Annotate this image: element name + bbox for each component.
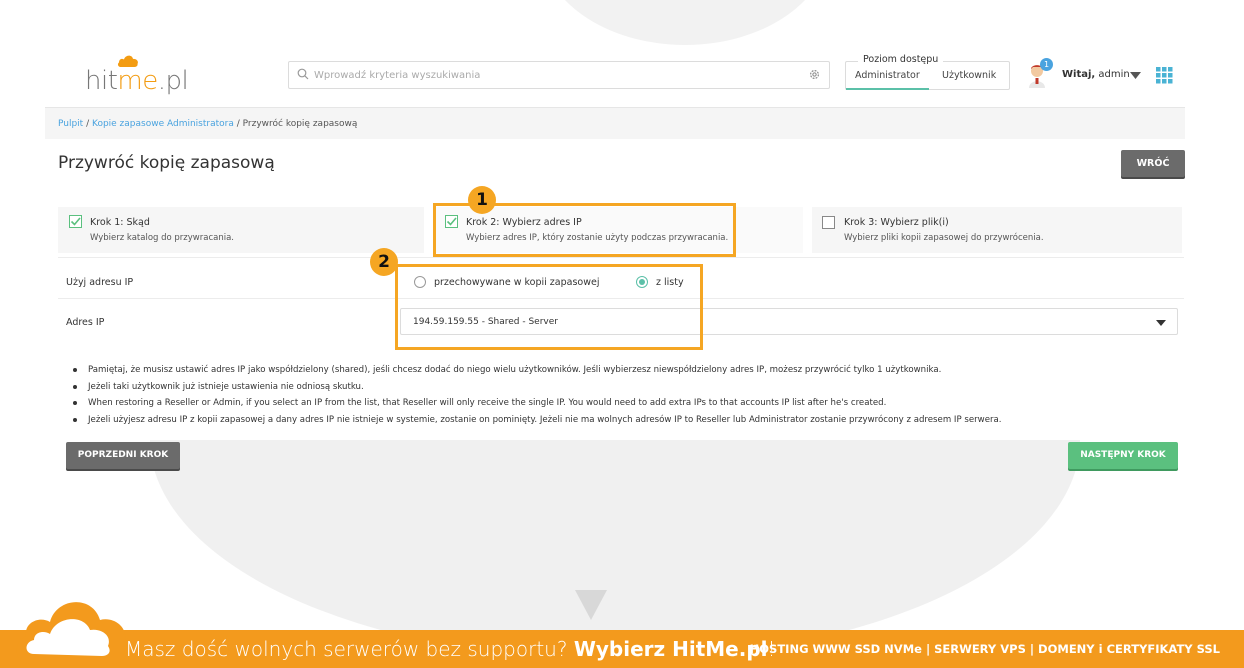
- promo-banner-services: HOSTING WWW SSD NVMe | SERWERY VPS | DOM…: [749, 642, 1220, 656]
- note-item: When restoring a Reseller or Admin, if y…: [73, 395, 1002, 412]
- search-input[interactable]: [314, 65, 794, 85]
- background-triangle: [575, 590, 607, 620]
- background-arc-top: [540, 0, 830, 45]
- logo-text: hitme.pl: [85, 66, 189, 96]
- dropdown-arrow-icon: [1156, 320, 1166, 326]
- gear-icon[interactable]: [808, 68, 821, 81]
- breadcrumb-bar: Pulpit / Kopie zapasowe Administratora /…: [45, 107, 1185, 139]
- divider: [58, 257, 1184, 258]
- promo-banner-text: Masz dość wolnych serwerów bez supportu?…: [125, 637, 776, 661]
- annotation-box-2: [395, 264, 703, 350]
- notification-badge[interactable]: 1: [1040, 58, 1053, 71]
- access-level-switch: Poziom dostępu Administrator Użytkownik: [845, 54, 1010, 90]
- step-3[interactable]: Krok 3: Wybierz plik(i) Wybierz pliki ko…: [812, 207, 1182, 253]
- note-item: Jeżeli użyjesz adresu IP z kopii zapasow…: [73, 412, 1002, 429]
- search-bar[interactable]: [288, 61, 830, 89]
- access-option-admin[interactable]: Administrator: [855, 70, 920, 81]
- search-icon: [297, 68, 309, 80]
- access-level-title: Poziom dostępu: [858, 54, 944, 65]
- step-3-description: Wybierz pliki kopii zapasowej do przywró…: [844, 233, 1044, 243]
- step-1[interactable]: Krok 1: Skąd Wybierz katalog do przywrac…: [58, 207, 424, 253]
- note-item: Pamiętaj, że musisz ustawić adres IP jak…: [73, 362, 1002, 379]
- background-arc-bottom: [150, 440, 1080, 660]
- back-button[interactable]: WRÓĆ: [1121, 150, 1185, 177]
- next-step-button[interactable]: NASTĘPNY KROK: [1068, 442, 1178, 469]
- annotation-number-1: 1: [468, 186, 496, 214]
- page-title: Przywróć kopię zapasową: [58, 153, 275, 173]
- ip-address-label: Adres IP: [66, 317, 105, 328]
- check-icon: [69, 215, 82, 228]
- caret-down-icon[interactable]: [1130, 72, 1141, 79]
- breadcrumb-link-dashboard[interactable]: Pulpit: [58, 119, 83, 129]
- access-option-user[interactable]: Użytkownik: [942, 70, 996, 81]
- step-1-title: Krok 1: Skąd: [90, 217, 150, 228]
- access-active-indicator: [846, 88, 929, 90]
- use-ip-label: Użyj adresu IP: [66, 277, 134, 288]
- logo[interactable]: hitme.pl: [85, 54, 195, 104]
- user-greeting[interactable]: Witaj, admin: [1062, 69, 1130, 80]
- apps-grid-icon[interactable]: [1156, 67, 1173, 84]
- note-item: Jeżeli taki użytkownik już istnieje usta…: [73, 379, 1002, 396]
- step-3-checkbox: [822, 216, 835, 229]
- step-1-description: Wybierz katalog do przywracania.: [90, 233, 234, 243]
- promo-banner[interactable]: Masz dość wolnych serwerów bez supportu?…: [0, 630, 1244, 668]
- cloud-icon: [16, 602, 128, 664]
- breadcrumb-link-admin-backups[interactable]: Kopie zapasowe Administratora: [92, 119, 234, 129]
- breadcrumb: Pulpit / Kopie zapasowe Administratora /…: [58, 119, 358, 129]
- previous-step-button[interactable]: POPRZEDNI KROK: [66, 442, 180, 469]
- breadcrumb-current: Przywróć kopię zapasową: [242, 119, 358, 129]
- annotation-number-2: 2: [370, 248, 398, 276]
- step-3-title: Krok 3: Wybierz plik(i): [844, 217, 949, 228]
- notes-list: Pamiętaj, że musisz ustawić adres IP jak…: [73, 362, 1002, 429]
